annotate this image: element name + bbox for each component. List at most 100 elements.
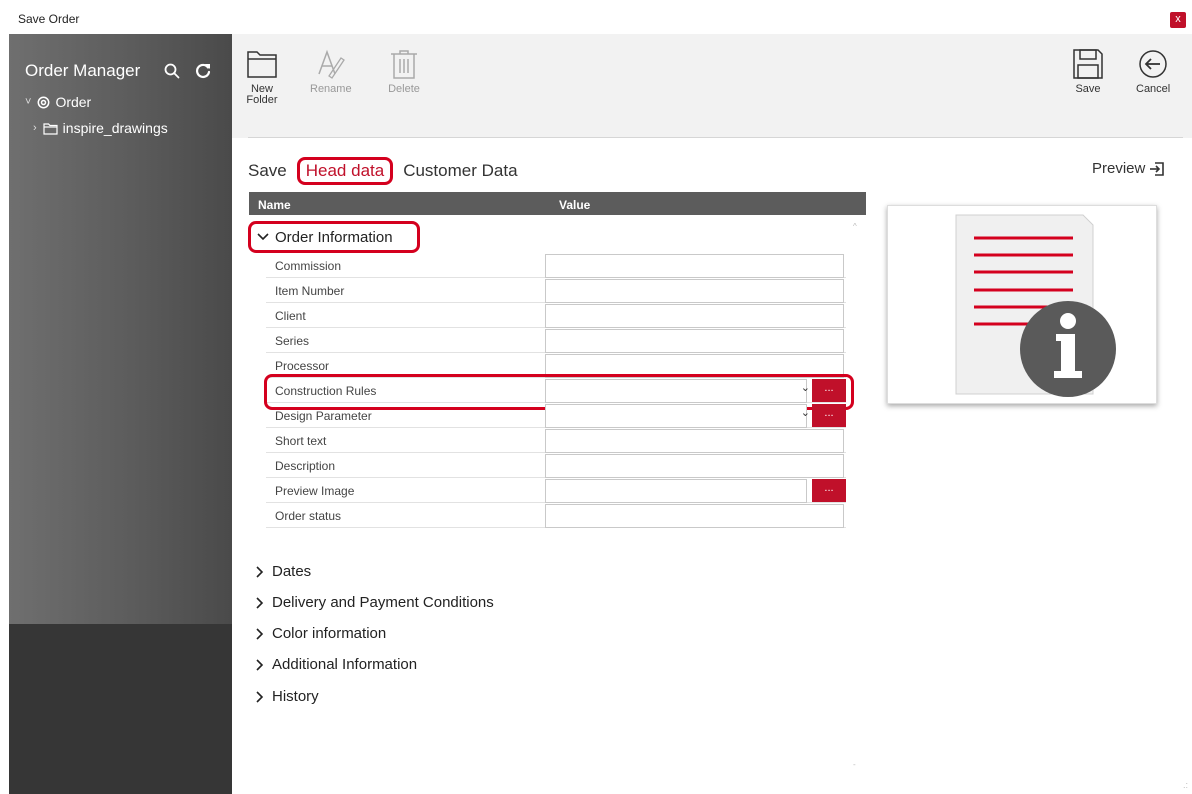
preview-image-browse-button[interactable]: ... — [812, 479, 846, 502]
save-button[interactable]: Save — [1072, 48, 1104, 95]
preview-image-input[interactable] — [545, 479, 807, 503]
chevron-right-icon — [256, 690, 264, 703]
property-rows: Commission Item Number Client Series Pro… — [264, 253, 854, 528]
table-row-preview-image: Preview Image ... — [266, 478, 846, 503]
resize-grip-icon[interactable]: .: — [1183, 780, 1188, 790]
construction-rules-select[interactable] — [545, 379, 807, 403]
row-label: Short text — [275, 434, 327, 448]
group-label: Order Information — [275, 228, 393, 246]
commission-input[interactable] — [545, 254, 844, 278]
group-history[interactable]: History — [256, 688, 319, 705]
group-additional-information[interactable]: Additional Information — [256, 656, 417, 673]
description-input[interactable] — [545, 454, 844, 478]
preview-button[interactable]: Preview — [1092, 160, 1165, 177]
processor-input[interactable] — [545, 354, 844, 378]
group-label: Delivery and Payment Conditions — [272, 594, 494, 611]
new-folder-label: New Folder — [246, 83, 278, 106]
row-label: Series — [275, 334, 310, 348]
column-value-header: Value — [559, 198, 591, 212]
close-window-button[interactable]: x — [1170, 12, 1186, 28]
grid-header: Name Value — [249, 192, 866, 215]
group-order-information[interactable]: Order Information — [248, 221, 420, 253]
group-label: History — [272, 688, 319, 705]
table-row: Client — [266, 303, 846, 328]
group-color-information[interactable]: Color information — [256, 625, 386, 642]
open-preview-icon — [1150, 161, 1165, 176]
chevron-down-icon — [257, 233, 269, 241]
save-label: Save — [1075, 83, 1101, 95]
item-number-input[interactable] — [545, 279, 844, 303]
chevron-down-icon[interactable]: ⌄ — [801, 406, 810, 419]
cancel-label: Cancel — [1136, 83, 1171, 95]
group-label: Additional Information — [272, 656, 418, 673]
delete-button[interactable]: Delete — [388, 48, 420, 95]
chevron-down-icon[interactable]: ˅ — [25, 96, 31, 108]
toolbar-divider — [248, 137, 1183, 138]
cancel-button[interactable]: Cancel — [1136, 48, 1170, 95]
row-label: Commission — [275, 259, 342, 273]
tab-customer-data[interactable]: Customer Data — [403, 161, 517, 181]
window-title-bar: Save Order x — [0, 0, 1192, 34]
row-label: Design Parameter — [275, 409, 372, 423]
tree-item-label: Order — [55, 94, 92, 110]
tab-bar: Save Head data Customer Data — [248, 157, 532, 185]
sidebar-footer — [9, 624, 232, 794]
group-dates[interactable]: Dates — [256, 563, 311, 580]
group-label: Color information — [272, 625, 387, 642]
window-title: Save Order — [18, 12, 80, 26]
document-info-icon — [955, 214, 1116, 397]
table-row: Series — [266, 328, 846, 353]
new-folder-button[interactable]: New Folder — [246, 48, 278, 106]
table-row: Commission — [266, 253, 846, 278]
series-input[interactable] — [545, 329, 844, 353]
row-label: Processor — [275, 359, 330, 373]
row-label: Client — [275, 309, 306, 323]
scroll-down-icon[interactable]: - — [853, 760, 856, 769]
chevron-right-icon — [256, 658, 264, 671]
tree-item-label: inspire_drawings — [62, 120, 168, 136]
tree-item-order[interactable]: ˅ Order — [25, 94, 91, 110]
table-row: Short text — [266, 428, 846, 453]
sidebar: Order Manager ˅ Order › inspire_drawings — [9, 34, 232, 794]
table-row: Description — [266, 453, 846, 478]
scroll-up-icon[interactable]: ^ — [853, 222, 857, 231]
chevron-right-icon — [256, 596, 264, 609]
preview-label: Preview — [1092, 160, 1146, 177]
chevron-right-icon — [256, 627, 264, 640]
refresh-icon[interactable] — [194, 62, 212, 80]
group-label: Dates — [272, 563, 312, 580]
tree-item-inspire-drawings[interactable]: › inspire_drawings — [33, 120, 168, 136]
construction-rules-browse-button[interactable]: ... — [812, 379, 846, 402]
table-row: Order status — [266, 503, 846, 528]
chevron-down-icon[interactable]: ⌄ — [801, 381, 810, 394]
design-parameter-browse-button[interactable]: ... — [812, 404, 846, 427]
order-target-icon — [37, 96, 50, 108]
table-row: Processor — [266, 353, 846, 378]
design-parameter-select[interactable] — [545, 404, 807, 428]
folder-icon — [247, 51, 277, 78]
search-icon[interactable] — [163, 62, 181, 80]
rename-label: Rename — [310, 83, 352, 95]
row-label: Item Number — [275, 284, 345, 298]
save-disk-icon — [1073, 49, 1103, 79]
delete-label: Delete — [388, 83, 420, 95]
toolbar: New Folder Rename Delete Save Cancel — [232, 34, 1192, 138]
order-status-input[interactable] — [545, 504, 844, 528]
client-input[interactable] — [545, 304, 844, 328]
table-row: Item Number — [266, 278, 846, 303]
tab-head-data[interactable]: Head data — [296, 157, 394, 185]
table-row-design-parameter: Design Parameter ⌄ ... — [266, 403, 846, 428]
row-label: Description — [275, 459, 336, 473]
rename-button[interactable]: Rename — [310, 48, 352, 95]
table-row-construction-rules: Construction Rules ⌄ ... — [264, 374, 854, 410]
chevron-right-icon[interactable]: › — [33, 122, 37, 134]
group-delivery-payment[interactable]: Delivery and Payment Conditions — [256, 594, 494, 611]
tab-save[interactable]: Save — [248, 161, 287, 181]
rename-icon — [318, 49, 345, 79]
row-label: Construction Rules — [275, 384, 377, 398]
chevron-right-icon — [256, 565, 264, 578]
sidebar-title: Order Manager — [25, 61, 141, 80]
row-label: Preview Image — [275, 484, 355, 498]
folder-icon — [43, 122, 58, 135]
short-text-input[interactable] — [545, 429, 844, 453]
